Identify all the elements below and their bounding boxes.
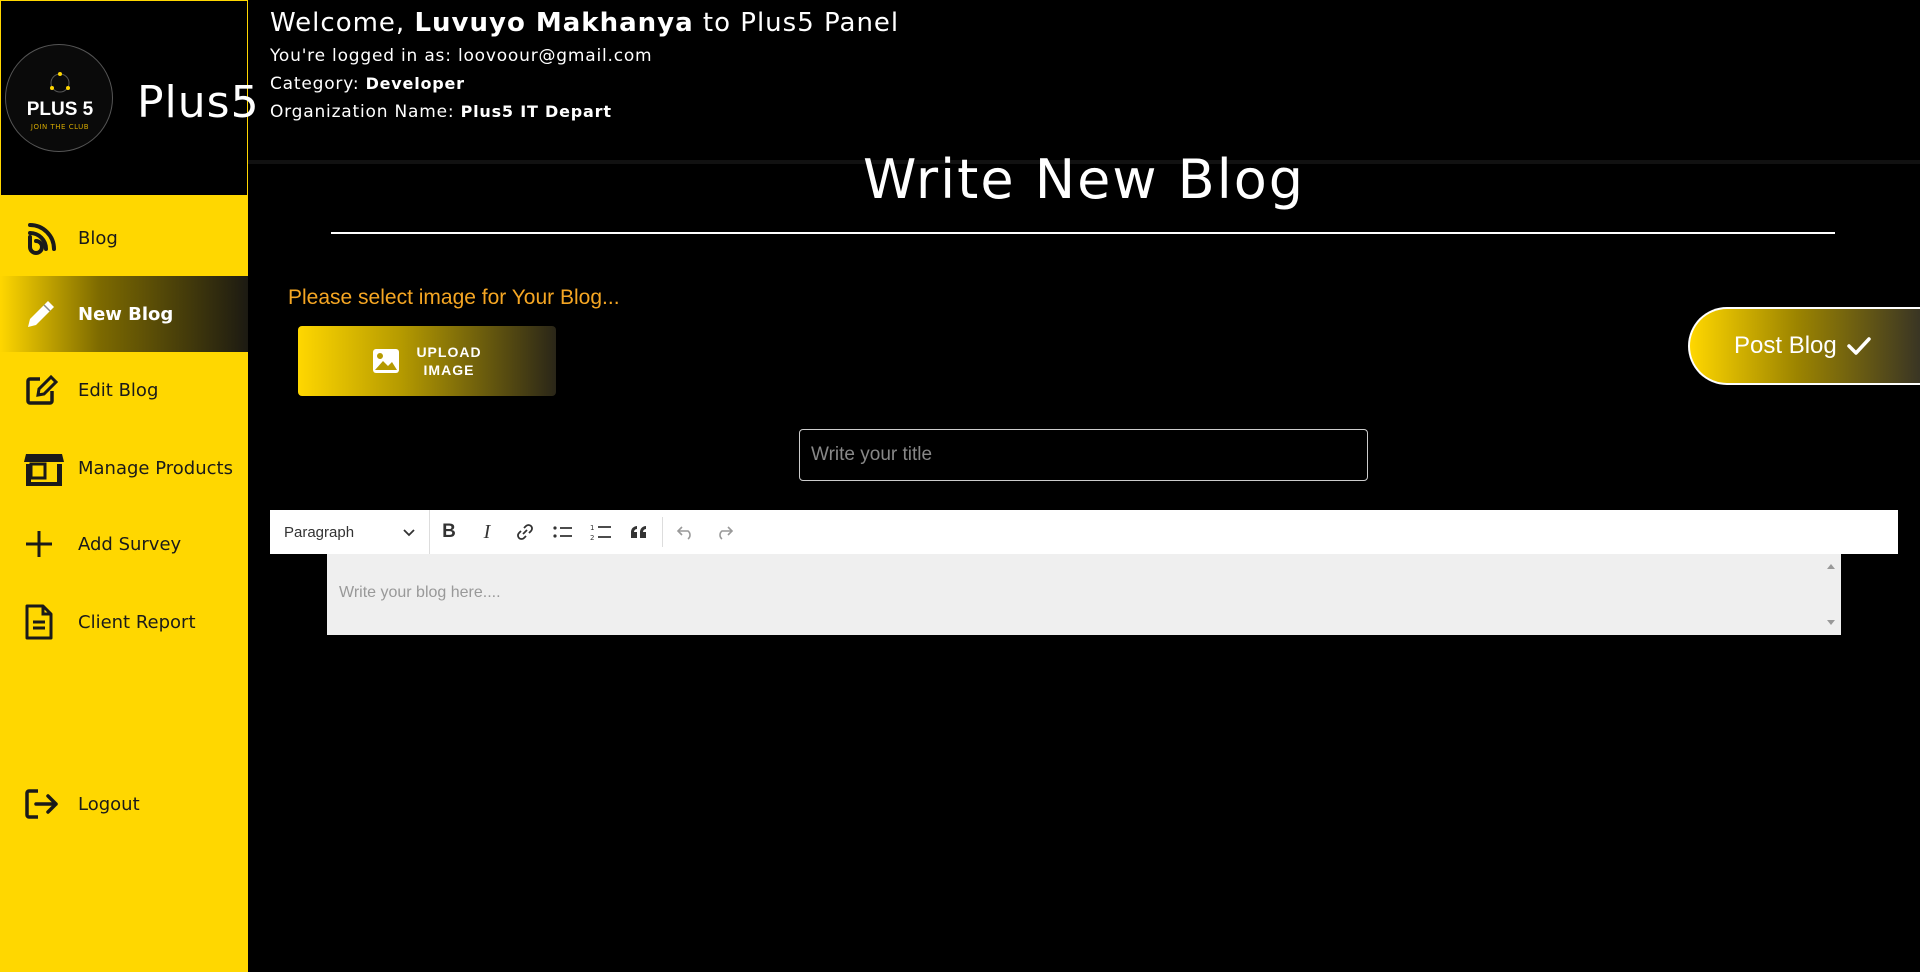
sidebar-item-label: Blog xyxy=(78,227,118,249)
link-icon xyxy=(517,524,533,540)
welcome-message: Welcome, Luvuyo Makhanya to Plus5 Panel xyxy=(270,8,899,38)
quote-icon xyxy=(631,526,646,538)
svg-text:1: 1 xyxy=(590,524,594,532)
sidebar-item-logout[interactable]: Logout xyxy=(0,766,248,842)
pencil-icon xyxy=(24,294,64,334)
sidebar-item-label: Manage Products xyxy=(78,457,233,479)
toolbar-separator xyxy=(662,517,663,547)
sidebar-item-label: Edit Blog xyxy=(78,379,159,401)
page-title: Write New Blog xyxy=(862,148,1306,211)
bold-button[interactable]: B xyxy=(430,510,468,554)
sidebar-item-client-report[interactable]: Client Report xyxy=(0,584,248,660)
sidebar: PLUS 5 JOIN THE CLUB Plus5 Blog New Blog xyxy=(0,0,259,972)
category-value: Developer xyxy=(365,74,465,93)
logo-text: PLUS 5 xyxy=(26,99,94,120)
sidebar-item-label: Client Report xyxy=(78,611,196,633)
brand-name: Plus5 xyxy=(137,77,260,128)
numbered-list-button[interactable]: 1 2 xyxy=(582,510,620,554)
organization-line: Organization Name: Plus5 IT Depart xyxy=(270,102,899,122)
logo-tagline: JOIN THE CLUB xyxy=(30,123,90,131)
post-blog-button[interactable]: Post Blog xyxy=(1688,307,1920,385)
welcome-prefix: Welcome, xyxy=(270,8,406,38)
sidebar-item-manage-products[interactable]: Manage Products xyxy=(0,430,248,506)
editor-placeholder: Write your blog here.... xyxy=(339,584,501,601)
logo-mark-icon xyxy=(50,72,70,93)
user-info: Welcome, Luvuyo Makhanya to Plus5 Panel … xyxy=(270,8,899,122)
upload-label-line1: UPLOAD xyxy=(416,344,482,360)
blog-title-input[interactable] xyxy=(799,429,1368,481)
organization-label: Organization Name: xyxy=(270,102,455,122)
sidebar-item-label: Add Survey xyxy=(78,533,182,555)
store-icon xyxy=(24,448,64,488)
plus-icon xyxy=(24,524,64,564)
welcome-suffix: to Plus5 Panel xyxy=(702,8,900,38)
bold-icon: B xyxy=(442,521,456,542)
redo-button[interactable] xyxy=(705,510,743,554)
bulleted-list-button[interactable] xyxy=(544,510,582,554)
sidebar-item-edit-blog[interactable]: Edit Blog xyxy=(0,352,248,428)
logged-in-label: You're logged in as: xyxy=(270,46,452,66)
logout-icon xyxy=(24,784,64,824)
italic-button[interactable]: I xyxy=(468,510,506,554)
edit-icon xyxy=(24,370,64,410)
sidebar-item-new-blog[interactable]: New Blog xyxy=(0,276,248,352)
upload-image-button[interactable]: UPLOAD IMAGE xyxy=(298,326,556,396)
file-icon xyxy=(24,602,64,642)
redo-icon xyxy=(719,526,734,540)
undo-button[interactable] xyxy=(667,510,705,554)
scroll-down-arrow[interactable] xyxy=(1827,620,1835,625)
post-blog-label: Post Blog xyxy=(1734,332,1837,359)
svg-text:2: 2 xyxy=(590,534,594,541)
category-label: Category: xyxy=(270,74,360,94)
undo-icon xyxy=(676,526,691,540)
logo: PLUS 5 JOIN THE CLUB xyxy=(5,44,113,152)
link-button[interactable] xyxy=(506,510,544,554)
numbered-list-icon: 1 2 xyxy=(590,524,611,541)
upload-label: UPLOAD IMAGE xyxy=(416,343,481,379)
organization-value: Plus5 IT Depart xyxy=(460,102,612,121)
sidebar-item-blog[interactable]: Blog xyxy=(0,200,248,276)
editor-toolbar: Paragraph B I 1 2 xyxy=(270,510,1898,554)
bulleted-list-icon xyxy=(553,526,572,538)
chevron-down-icon xyxy=(403,524,415,541)
sidebar-item-add-survey[interactable]: Add Survey xyxy=(0,506,248,582)
blockquote-button[interactable] xyxy=(620,510,658,554)
format-select-value: Paragraph xyxy=(284,523,355,541)
scroll-up-arrow[interactable] xyxy=(1827,564,1835,569)
blog-body-editor[interactable]: Write your blog here.... xyxy=(327,554,1841,635)
sidebar-item-label: Logout xyxy=(78,793,140,815)
format-select[interactable]: Paragraph xyxy=(270,510,430,554)
check-icon xyxy=(1846,336,1871,356)
brand-header: PLUS 5 JOIN THE CLUB Plus5 xyxy=(0,0,259,196)
italic-icon: I xyxy=(483,520,491,543)
category-line: Category: Developer xyxy=(270,74,899,94)
user-name: Luvuyo Makhanya xyxy=(414,8,694,38)
upload-label-line2: IMAGE xyxy=(423,362,475,378)
image-icon xyxy=(372,348,400,374)
title-divider xyxy=(331,232,1835,234)
blog-rss-icon xyxy=(24,218,64,258)
sidebar-item-label: New Blog xyxy=(78,303,174,325)
image-select-hint: Please select image for Your Blog... xyxy=(288,286,620,309)
user-email: loovoour@gmail.com xyxy=(457,46,653,66)
logged-in-line: You're logged in as: loovoour@gmail.com xyxy=(270,46,899,66)
